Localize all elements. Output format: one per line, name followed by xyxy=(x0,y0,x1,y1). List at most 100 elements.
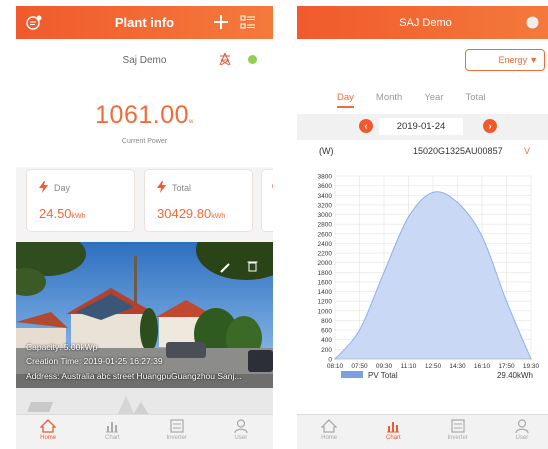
plant-info-header: Plant info xyxy=(16,6,273,39)
chart-header: SAJ Demo xyxy=(297,6,548,39)
y-tick-label: 1000 xyxy=(318,308,333,315)
y-tick-label: 2800 xyxy=(318,222,333,229)
tab-user-label: User xyxy=(234,435,248,441)
tab-home[interactable]: Home xyxy=(297,415,361,449)
tab-inverter-label: Inverter xyxy=(447,435,468,441)
date-value[interactable]: 2019-01-24 xyxy=(379,118,463,135)
y-tick-label: 200 xyxy=(321,347,332,354)
tab-total[interactable]: Total xyxy=(466,92,486,108)
y-tick-label: 1200 xyxy=(318,299,333,306)
energy-dropdown[interactable]: Energy ▼ xyxy=(465,49,545,71)
y-tick-label: 2200 xyxy=(318,251,333,258)
device-caret[interactable]: V xyxy=(524,146,530,156)
prev-date-icon[interactable]: ‹ xyxy=(359,119,373,133)
legend-label: PV Total xyxy=(368,371,398,380)
plant-info-screen: Plant info Saj Demo 1061.00w Current Pow… xyxy=(16,6,273,449)
chart-icon xyxy=(387,422,400,433)
tower-icon xyxy=(218,52,232,69)
inverter-icon xyxy=(170,419,184,433)
x-tick-label: 08:10 xyxy=(327,363,344,370)
current-power-panel: 1061.00w Current Power xyxy=(16,81,273,167)
home-icon xyxy=(321,419,338,433)
y-tick-label: 800 xyxy=(321,318,332,325)
tab-home-label: Home xyxy=(40,435,57,441)
x-tick-label: 12:50 xyxy=(425,363,442,370)
tab-home-label: Home xyxy=(321,435,338,441)
house-photo-image xyxy=(16,242,273,388)
power-chart-svg: 0200400600800100012001400160018002000220… xyxy=(318,174,540,381)
tab-day[interactable]: Day xyxy=(337,92,354,108)
total-energy-label: 29.40kWh xyxy=(497,371,533,380)
x-tick-label: 09:30 xyxy=(376,363,393,370)
x-tick-label: 16:10 xyxy=(474,363,491,370)
y-tick-label: 3600 xyxy=(318,183,333,190)
y-tick-label: 3400 xyxy=(318,193,333,200)
next-date-icon[interactable]: › xyxy=(483,119,497,133)
tab-home[interactable]: Home xyxy=(16,415,80,449)
data-point xyxy=(358,329,361,331)
inverter-icon xyxy=(451,419,465,433)
tab-inverter-label: Inverter xyxy=(166,435,187,441)
total-label: Total xyxy=(172,183,192,193)
status-circle-icon[interactable] xyxy=(526,16,539,34)
total-energy-card[interactable]: Total 30429.80kWh xyxy=(144,169,253,232)
tab-month[interactable]: Month xyxy=(376,92,402,108)
caret-down-icon: ▼ xyxy=(529,55,538,65)
power-chart: 0 200 400 600 800 1000 1200 1400 1600 1800 2000 220… xyxy=(297,172,548,387)
circle-icon xyxy=(270,181,273,193)
y-tick-label: 400 xyxy=(321,337,332,344)
y-tick-label: 2000 xyxy=(318,260,333,267)
tab-user-label: User xyxy=(515,435,529,441)
edit-icon[interactable] xyxy=(220,260,231,278)
delete-icon[interactable] xyxy=(247,259,258,277)
data-point xyxy=(456,201,459,204)
y-tick-label: 600 xyxy=(321,328,332,335)
y-tick-label: 1400 xyxy=(318,289,333,296)
y-tick-label: 2600 xyxy=(318,231,333,238)
date-selector: ‹ 2019-01-24 › xyxy=(297,114,548,140)
message-icon[interactable] xyxy=(26,14,42,35)
x-tick-label: 19:30 xyxy=(523,363,540,370)
data-point xyxy=(383,271,385,273)
period-tabs: Day Month Year Total xyxy=(297,74,548,114)
tab-chart-label: Chart xyxy=(105,435,120,441)
creation-time-text: Creation Time: 2019-01-25 16:27:39 xyxy=(26,356,163,366)
tab-user[interactable]: User xyxy=(209,415,273,449)
total-value: 30429.80kWh xyxy=(157,206,226,221)
data-point xyxy=(407,216,410,218)
device-serial[interactable]: 15020G1325AU00857 xyxy=(413,146,503,156)
page-title: Plant info xyxy=(114,15,175,30)
home-icon xyxy=(40,419,57,433)
tab-chart[interactable]: Chart xyxy=(361,415,425,449)
user-icon xyxy=(234,419,248,433)
energy-cards: Day 24.50kWh Total 30429.80kWh xyxy=(16,167,273,242)
y-tick-label: 2400 xyxy=(318,241,333,248)
tab-inverter[interactable]: Inverter xyxy=(145,415,209,449)
day-value: 24.50kWh xyxy=(39,206,86,221)
tab-user[interactable]: User xyxy=(490,415,548,449)
legend-swatch xyxy=(341,371,363,378)
plant-name: Saj Demo xyxy=(122,54,167,66)
x-tick-label: 11:10 xyxy=(401,363,417,370)
partial-card[interactable] xyxy=(261,169,273,232)
y-tick-label: 3800 xyxy=(318,174,333,181)
y-tick-label: 3200 xyxy=(318,202,333,209)
data-point xyxy=(432,191,434,193)
current-power-label: Current Power xyxy=(121,138,168,145)
day-label: Day xyxy=(54,183,71,193)
list-icon[interactable] xyxy=(240,14,256,35)
chart-icon xyxy=(106,422,119,433)
tab-chart-label: Chart xyxy=(386,435,401,441)
chart-info-row: (W) 15020G1325AU00857 V xyxy=(297,140,548,160)
user-icon xyxy=(515,419,529,433)
day-energy-card[interactable]: Day 24.50kWh xyxy=(26,169,135,232)
tab-year[interactable]: Year xyxy=(424,92,443,108)
bottom-tab-bar: Home Chart Inverter User xyxy=(297,414,548,449)
bottom-tab-bar: Home Chart Inverter User xyxy=(16,414,273,449)
unit-label: (W) xyxy=(319,146,334,156)
tab-inverter[interactable]: Inverter xyxy=(426,415,490,449)
tab-chart[interactable]: Chart xyxy=(80,415,144,449)
x-tick-label: 17:50 xyxy=(498,363,515,370)
plant-photo[interactable]: Capacity: 5.00kWp Creation Time: 2019-01… xyxy=(16,242,273,388)
add-icon[interactable] xyxy=(213,14,229,35)
